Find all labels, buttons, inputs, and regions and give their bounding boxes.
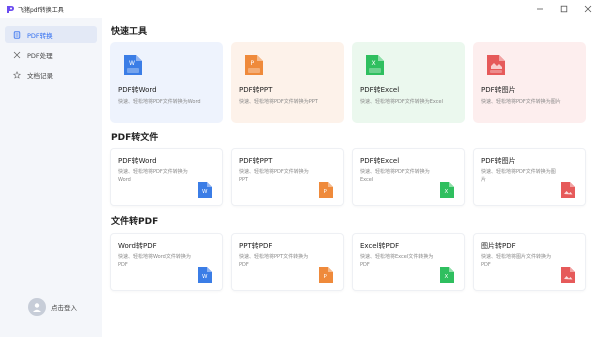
sidebar: PDF转换 PDF处理 文档记录 点击登入 [0, 18, 102, 337]
sidebar-item-label: 文档记录 [27, 71, 53, 80]
image-file-icon [561, 182, 575, 198]
svg-text:X: X [445, 189, 449, 195]
login-button[interactable]: 点击登入 [28, 298, 77, 316]
card-desc: 快速、轻松地将PDF文件转换为PPT [239, 99, 318, 105]
card-title: PDF转Excel [360, 86, 400, 94]
sidebar-item-pdf-process[interactable]: PDF处理 [5, 46, 97, 63]
quick-card-pdf-to-image[interactable]: PDF转图片 快速、轻松地将PDF文件转换为图片 [473, 42, 586, 123]
excel-file-icon: X [440, 267, 454, 283]
sidebar-item-label: PDF处理 [27, 51, 53, 60]
card-title: Word转PDF [118, 242, 157, 250]
card-ppt-to-pdf[interactable]: PPT转PDF 快速、轻松地将PPT文件转换为PDF P [231, 233, 344, 291]
sidebar-item-pdf-convert[interactable]: PDF转换 [5, 26, 97, 43]
word-file-icon: W [198, 182, 212, 198]
card-image-to-pdf[interactable]: 图片转PDF 快速、轻松地将图片文件转换为PDF [473, 233, 586, 291]
section-title-pdf-to: PDF转文件 [111, 133, 159, 143]
card-desc: 快速、轻松地将PDF文件转换为图片 [481, 99, 561, 105]
excel-file-icon: X [366, 55, 384, 75]
card-desc: 快速、轻松地将PDF文件转换为Excel [360, 99, 443, 105]
card-desc: 快速、轻松地将PDF文件转换为Word [118, 99, 201, 105]
sidebar-item-label: PDF转换 [27, 31, 53, 40]
avatar [28, 298, 46, 316]
card-desc: 快速、轻松地将PDF文件转换为Word [118, 169, 188, 183]
excel-file-icon: X [440, 182, 454, 198]
svg-text:X: X [372, 60, 376, 67]
card-desc: 快速、轻松地将图片文件转换为PDF [481, 254, 552, 268]
document-icon [12, 30, 22, 40]
card-title: PDF转Word [118, 157, 157, 165]
card-title: PDF转图片 [481, 86, 516, 94]
card-desc: 快速、轻松地将PPT文件转换为PDF [239, 254, 309, 268]
quick-card-pdf-to-ppt[interactable]: P PDF转PPT 快速、轻松地将PDF文件转换为PPT [231, 42, 344, 123]
main-content: 快速工具 W PDF转Word 快速、轻松地将PDF文件转换为Word P PD… [102, 18, 600, 337]
card-pdf-to-image[interactable]: PDF转图片 快速、轻松地将PDF文件转换为图片 [473, 148, 586, 206]
svg-text:X: X [445, 274, 449, 280]
card-desc: 快速、轻松地将Word文件转换为PDF [118, 254, 191, 268]
title-bar: 飞猪pdf转换工具 [0, 0, 600, 18]
tools-icon [12, 50, 22, 60]
image-file-icon [487, 55, 505, 75]
sidebar-item-records[interactable]: 文档记录 [5, 66, 97, 83]
card-desc: 快速、轻松地将PDF文件转换为图片 [481, 169, 556, 183]
ppt-file-icon: P [319, 182, 333, 198]
card-title: PDF转PPT [239, 157, 273, 165]
section-title-quick: 快速工具 [111, 27, 148, 37]
svg-text:W: W [129, 60, 135, 67]
app-logo-icon [6, 5, 15, 14]
quick-card-pdf-to-excel[interactable]: X PDF转Excel 快速、轻松地将PDF文件转换为Excel [352, 42, 465, 123]
card-desc: 快速、轻松地将PDF文件转换为Excel [360, 169, 430, 183]
minimize-icon[interactable] [528, 0, 552, 18]
ppt-file-icon: P [319, 267, 333, 283]
section-title-to-pdf: 文件转PDF [111, 217, 159, 227]
quick-card-pdf-to-word[interactable]: W PDF转Word 快速、轻松地将PDF文件转换为Word [110, 42, 223, 123]
card-pdf-to-ppt[interactable]: PDF转PPT 快速、轻松地将PDF文件转换为PPT P [231, 148, 344, 206]
svg-text:W: W [202, 274, 208, 280]
card-desc: 快速、轻松地将Excel文件转换为PDF [360, 254, 434, 268]
svg-text:P: P [251, 60, 255, 67]
star-icon [12, 70, 22, 80]
login-label: 点击登入 [51, 304, 77, 312]
card-pdf-to-word[interactable]: PDF转Word 快速、轻松地将PDF文件转换为Word W [110, 148, 223, 206]
card-word-to-pdf[interactable]: Word转PDF 快速、轻松地将Word文件转换为PDF W [110, 233, 223, 291]
card-desc: 快速、轻松地将PDF文件转换为PPT [239, 169, 309, 183]
card-title: Excel转PDF [360, 242, 400, 250]
word-file-icon: W [124, 55, 142, 75]
maximize-icon[interactable] [552, 0, 576, 18]
close-icon[interactable] [576, 0, 600, 18]
svg-text:W: W [202, 189, 208, 195]
card-title: PDF转图片 [481, 157, 516, 165]
card-title: 图片转PDF [481, 242, 516, 250]
card-pdf-to-excel[interactable]: PDF转Excel 快速、轻松地将PDF文件转换为Excel X [352, 148, 465, 206]
card-title: PDF转Word [118, 86, 157, 94]
card-excel-to-pdf[interactable]: Excel转PDF 快速、轻松地将Excel文件转换为PDF X [352, 233, 465, 291]
word-file-icon: W [198, 267, 212, 283]
card-title: PPT转PDF [239, 242, 273, 250]
ppt-file-icon: P [245, 55, 263, 75]
card-title: PDF转Excel [360, 157, 400, 165]
card-title: PDF转PPT [239, 86, 273, 94]
image-file-icon [561, 267, 575, 283]
app-title: 飞猪pdf转换工具 [18, 6, 64, 14]
